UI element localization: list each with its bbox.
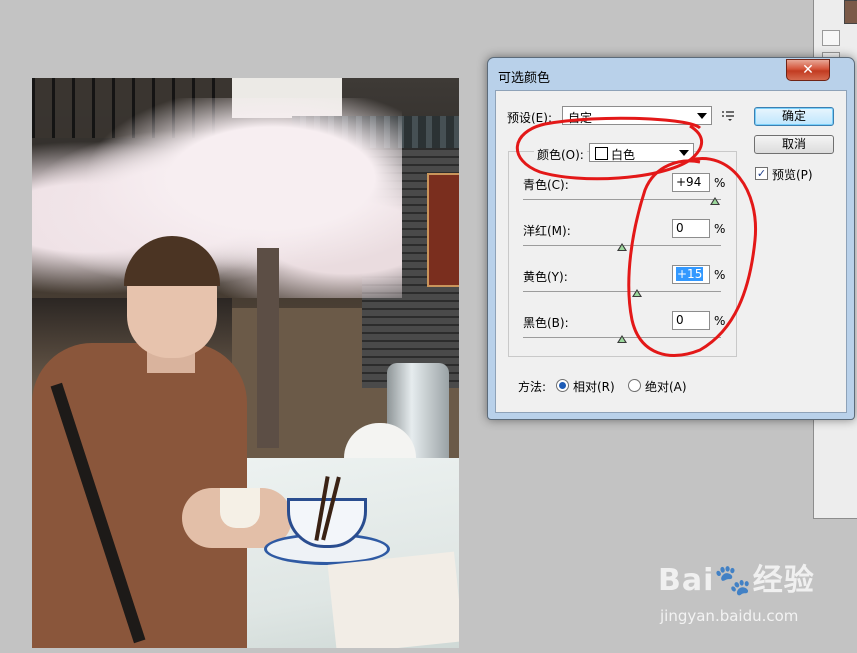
colors-value: 白色 — [611, 148, 636, 162]
close-icon: ✕ — [802, 62, 814, 78]
magenta-input[interactable]: 0 — [672, 219, 710, 238]
magenta-label: 洋红(M): — [523, 224, 571, 238]
method-relative-label: 相对(R) — [573, 380, 615, 394]
close-button[interactable]: ✕ — [786, 59, 830, 81]
chevron-down-icon — [697, 113, 707, 119]
cyan-slider-thumb[interactable] — [710, 197, 721, 205]
colors-dropdown[interactable]: 白色 — [589, 143, 694, 162]
photo-tree-trunk — [257, 248, 279, 448]
preview-label: 预览(P) — [772, 168, 813, 182]
chevron-down-icon — [679, 150, 689, 156]
percent-sign: % — [714, 176, 726, 190]
photo-door — [427, 173, 459, 287]
method-label: 方法: — [518, 380, 547, 394]
magenta-slider-thumb[interactable] — [617, 243, 627, 251]
yellow-slider-track[interactable] — [523, 291, 721, 292]
yellow-label: 黄色(Y): — [523, 270, 568, 284]
cyan-input[interactable]: +94 — [672, 173, 710, 192]
black-label: 黑色(B): — [523, 316, 569, 330]
photo-tea-cup — [220, 488, 260, 528]
watermark-logo: Bai🐾经验 — [658, 563, 815, 598]
preset-label: 预设(E): — [507, 111, 552, 125]
photo-menu-card — [327, 551, 459, 648]
preset-value: 自定 — [568, 111, 593, 125]
colors-label: 颜色(O): — [534, 146, 587, 163]
selective-color-dialog: 可选颜色 ✕ 预设(E): 自定 确定 取消 ✓ 预览(P) 颜色(O): 白色 — [487, 57, 855, 420]
method-absolute-radio[interactable] — [628, 379, 641, 392]
watermark-url: jingyan.baidu.com — [660, 607, 799, 625]
ok-button[interactable]: 确定 — [754, 107, 834, 126]
black-input[interactable]: 0 — [672, 311, 710, 330]
preset-options-icon[interactable] — [722, 110, 736, 122]
white-swatch-icon — [595, 147, 608, 160]
yellow-input[interactable]: +15 — [672, 265, 710, 284]
percent-sign: % — [714, 268, 726, 282]
percent-sign: % — [714, 314, 726, 328]
method-relative-radio[interactable] — [556, 379, 569, 392]
yellow-slider-thumb[interactable] — [631, 289, 642, 297]
cyan-label: 青色(C): — [523, 178, 569, 192]
dialog-body: 预设(E): 自定 确定 取消 ✓ 预览(P) 颜色(O): 白色 青色(C):… — [495, 90, 847, 413]
cyan-slider-track[interactable] — [523, 199, 721, 200]
dialog-title-bar[interactable]: 可选颜色 ✕ — [488, 58, 854, 90]
method-absolute-label: 绝对(A) — [645, 380, 687, 394]
baidu-jingyan-watermark: Bai🐾经验 jingyan.baidu.com — [658, 555, 848, 635]
layer-thumbnail[interactable] — [844, 0, 857, 24]
dialog-title: 可选颜色 — [498, 71, 551, 86]
percent-sign: % — [714, 222, 726, 236]
preset-dropdown[interactable]: 自定 — [562, 106, 712, 125]
black-slider-thumb[interactable] — [617, 335, 627, 343]
checkmark-icon: ✓ — [756, 167, 767, 180]
cancel-button[interactable]: 取消 — [754, 135, 834, 154]
preview-checkbox[interactable]: ✓ — [755, 167, 768, 180]
photo-canvas — [32, 78, 459, 648]
panel-toggle[interactable] — [822, 30, 840, 46]
